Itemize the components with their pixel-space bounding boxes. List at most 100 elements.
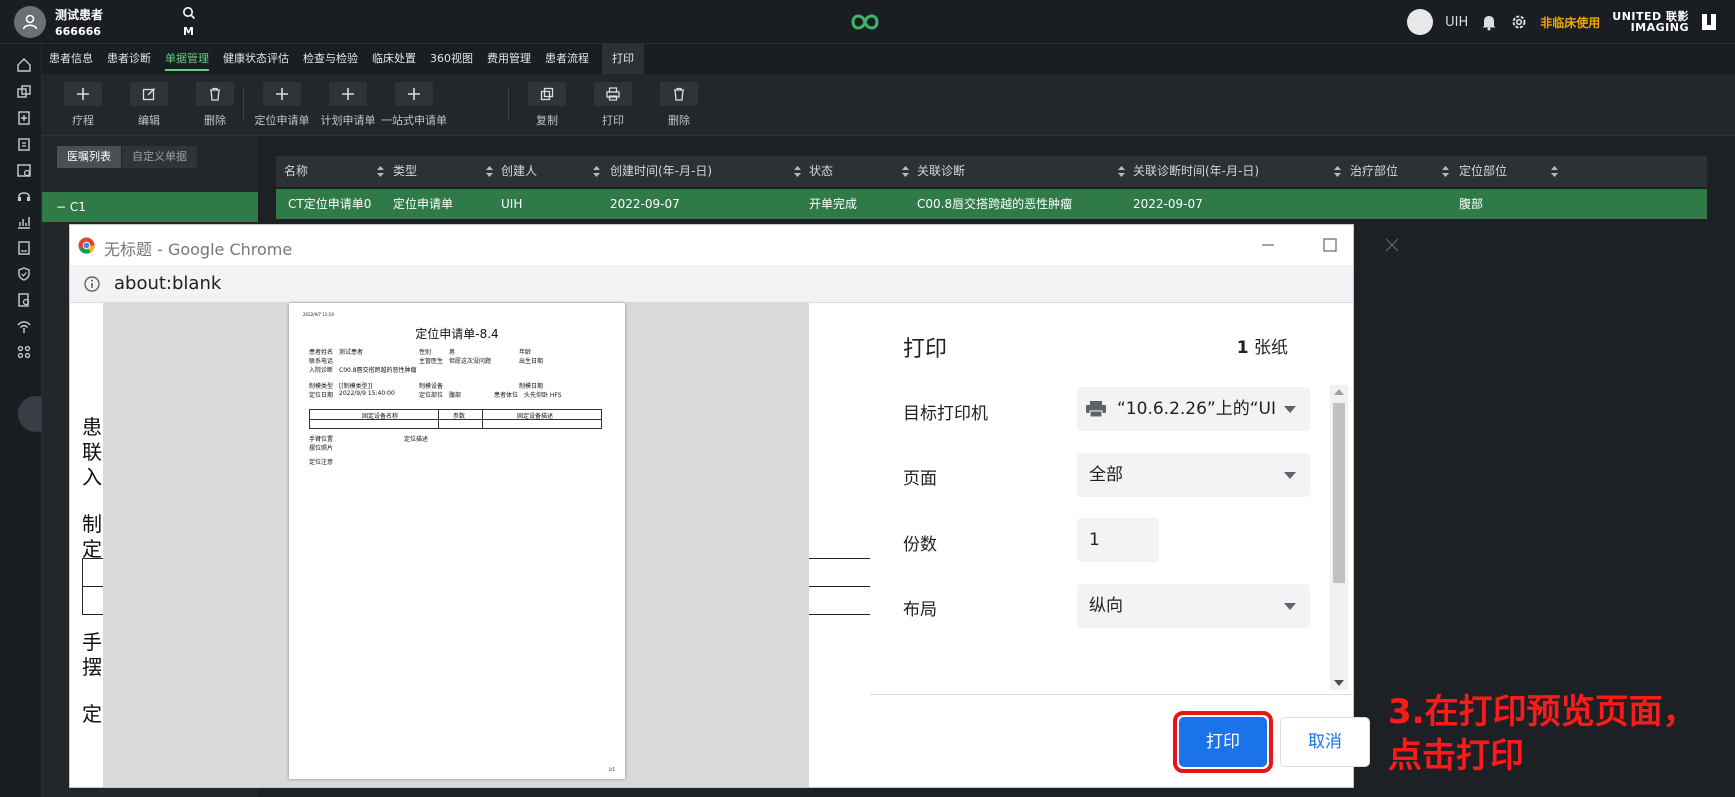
paper-label: 定位部位 [419, 392, 444, 399]
col-header-treatment-site[interactable]: 治疗部位 [1342, 156, 1398, 187]
menu-item-fees[interactable]: 费用管理 [480, 44, 538, 74]
delete-button[interactable]: 删除 [180, 82, 250, 128]
minimize-icon[interactable] [1256, 233, 1280, 257]
signal-icon[interactable] [16, 318, 32, 334]
print-dialog-footer: 打印 取消 [870, 694, 1370, 787]
table-row[interactable]: CT定位申请单0 定位申请单 UIH 2022-09-07 开单完成 C00.8… [276, 189, 1707, 219]
paper-value: [[制模类型]] [339, 383, 373, 390]
top-bar: 测试患者 666666 M UIH 非临床使用 UNITED 联影 IMAGIN [0, 0, 1735, 44]
paper-label: 手臂位置 [309, 436, 334, 443]
chrome-title-bar: 无标题 - Google Chrome [70, 225, 1399, 265]
col-header-creator[interactable]: 创建人 [493, 156, 537, 187]
menu-item-360-view[interactable]: 360视图 [423, 44, 480, 74]
menu-item-diagnosis[interactable]: 患者诊断 [100, 44, 158, 74]
copies-input[interactable]: 1 [1077, 518, 1159, 562]
plan-request-button[interactable]: 计划申请单 [313, 82, 383, 128]
tab-order-list[interactable]: 医嘱列表 [57, 146, 121, 168]
medical-record-icon[interactable] [16, 110, 32, 126]
printer-label: 目标打印机 [903, 404, 988, 424]
col-header-type[interactable]: 类型 [385, 156, 417, 187]
copy-button[interactable]: 复制 [512, 82, 582, 128]
print-preview-pane[interactable]: 2022/9/7 11:19 定位申请单-8.4 患者姓名 测试患者 性别 男 … [103, 303, 809, 787]
sort-icon[interactable] [902, 166, 909, 177]
command-icon[interactable] [16, 344, 32, 360]
trash-icon [210, 87, 220, 101]
sheet-count-number: 1 [1236, 338, 1249, 358]
chrome-print-window: 无标题 - Google Chrome about:blank 患 联 入 制 … [70, 225, 1399, 787]
col-header-diagnosis[interactable]: 关联诊断 [909, 156, 965, 187]
maximize-icon[interactable] [1318, 233, 1342, 257]
col-header-diagnosis-time[interactable]: 关联诊断时间(年-月-日) [1125, 156, 1259, 187]
col-header-created-time[interactable]: 创建时间(年-月-日) [602, 156, 712, 187]
address-text: about:blank [114, 273, 221, 294]
menu-item-exams[interactable]: 检查与检验 [296, 44, 365, 74]
sort-icon[interactable] [794, 166, 801, 177]
module-menu-bar: 患者信息 患者诊断 单据管理 健康状态评估 检查与检验 临床处置 360视图 费… [42, 44, 1735, 74]
edit-button[interactable]: 编辑 [114, 82, 184, 128]
paper-value: 男 [449, 349, 456, 356]
sort-icon[interactable] [1551, 166, 1558, 177]
paper-label: 患者姓名 [309, 349, 334, 356]
paper-title: 定位申请单-8.4 [415, 327, 499, 341]
clipboard-icon[interactable] [16, 136, 32, 152]
col-header-name[interactable]: 名称 [276, 156, 308, 187]
user-avatar[interactable] [1407, 9, 1434, 35]
cell-positioning-site: 腹部 [1459, 197, 1484, 211]
menu-item-health-assessment[interactable]: 健康状态评估 [216, 44, 296, 74]
col-header-status[interactable]: 状态 [801, 156, 833, 187]
search-icon[interactable] [182, 6, 196, 20]
scroll-down-arrow[interactable] [1334, 680, 1344, 686]
bell-icon[interactable] [1480, 13, 1498, 31]
menu-item-clinical[interactable]: 临床处置 [365, 44, 423, 74]
page-text-char: 定 [82, 702, 102, 726]
menu-item-documents[interactable]: 单据管理 [158, 44, 216, 74]
home-icon[interactable] [16, 57, 32, 73]
print-button[interactable]: 打印 [1179, 717, 1267, 767]
paper-label: 定位日期 [309, 392, 334, 399]
chart-icon[interactable] [16, 214, 32, 230]
sort-icon[interactable] [1334, 166, 1341, 177]
sheet-count: 1 张纸 [1237, 333, 1288, 358]
pages-select[interactable]: 全部 [1077, 453, 1310, 497]
plus-icon [77, 88, 89, 100]
document-icon[interactable] [16, 240, 32, 256]
layout-select[interactable]: 纵向 [1077, 584, 1310, 628]
print-toolbar-button[interactable]: 打印 [578, 82, 648, 128]
tab-print[interactable]: 打印 [602, 44, 644, 74]
sort-icon[interactable] [486, 166, 493, 177]
onestop-request-button[interactable]: 一站式申请单 [379, 82, 449, 128]
close-icon[interactable] [1380, 233, 1404, 257]
layout-value: 纵向 [1089, 596, 1123, 616]
headset-icon[interactable] [16, 188, 32, 204]
sort-icon[interactable] [593, 166, 600, 177]
menu-item-patient-flow[interactable]: 患者流程 [538, 44, 596, 74]
delete-label-2: 删除 [668, 114, 690, 127]
windows-icon[interactable] [16, 84, 32, 100]
sort-icon[interactable] [377, 166, 384, 177]
printer-icon [1086, 401, 1106, 418]
chrome-logo-icon [78, 237, 95, 254]
search-shortcut-letter: M [183, 25, 194, 38]
menu-item-patient-info[interactable]: 患者信息 [42, 44, 100, 74]
shield-icon[interactable] [16, 266, 32, 282]
cancel-button[interactable]: 取消 [1280, 717, 1370, 767]
tab-custom-documents[interactable]: 自定义单据 [122, 146, 197, 168]
delete-button-2[interactable]: 删除 [644, 82, 714, 128]
gear-icon[interactable] [1510, 13, 1528, 31]
printer-select[interactable]: “10.6.2.26”上的“UIH pı [1077, 387, 1310, 431]
sort-icon[interactable] [1118, 166, 1125, 177]
patient-avatar[interactable] [14, 6, 46, 38]
chevron-down-icon [1284, 406, 1296, 413]
report-search-icon[interactable] [16, 292, 32, 308]
course-tree-item[interactable]: − C1 [42, 192, 258, 222]
chrome-address-bar[interactable]: about:blank [70, 265, 1353, 303]
info-icon[interactable] [84, 276, 100, 292]
settings-scrollbar[interactable] [1330, 385, 1348, 690]
sort-icon[interactable] [1442, 166, 1449, 177]
col-header-positioning-site[interactable]: 定位部位 [1451, 156, 1507, 187]
course-button[interactable]: 疗程 [48, 82, 118, 128]
scrollbar-thumb[interactable] [1333, 403, 1345, 583]
positioning-request-button[interactable]: 定位申请单 [247, 82, 317, 128]
scroll-up-arrow[interactable] [1334, 389, 1344, 395]
calendar-icon[interactable] [16, 162, 32, 178]
